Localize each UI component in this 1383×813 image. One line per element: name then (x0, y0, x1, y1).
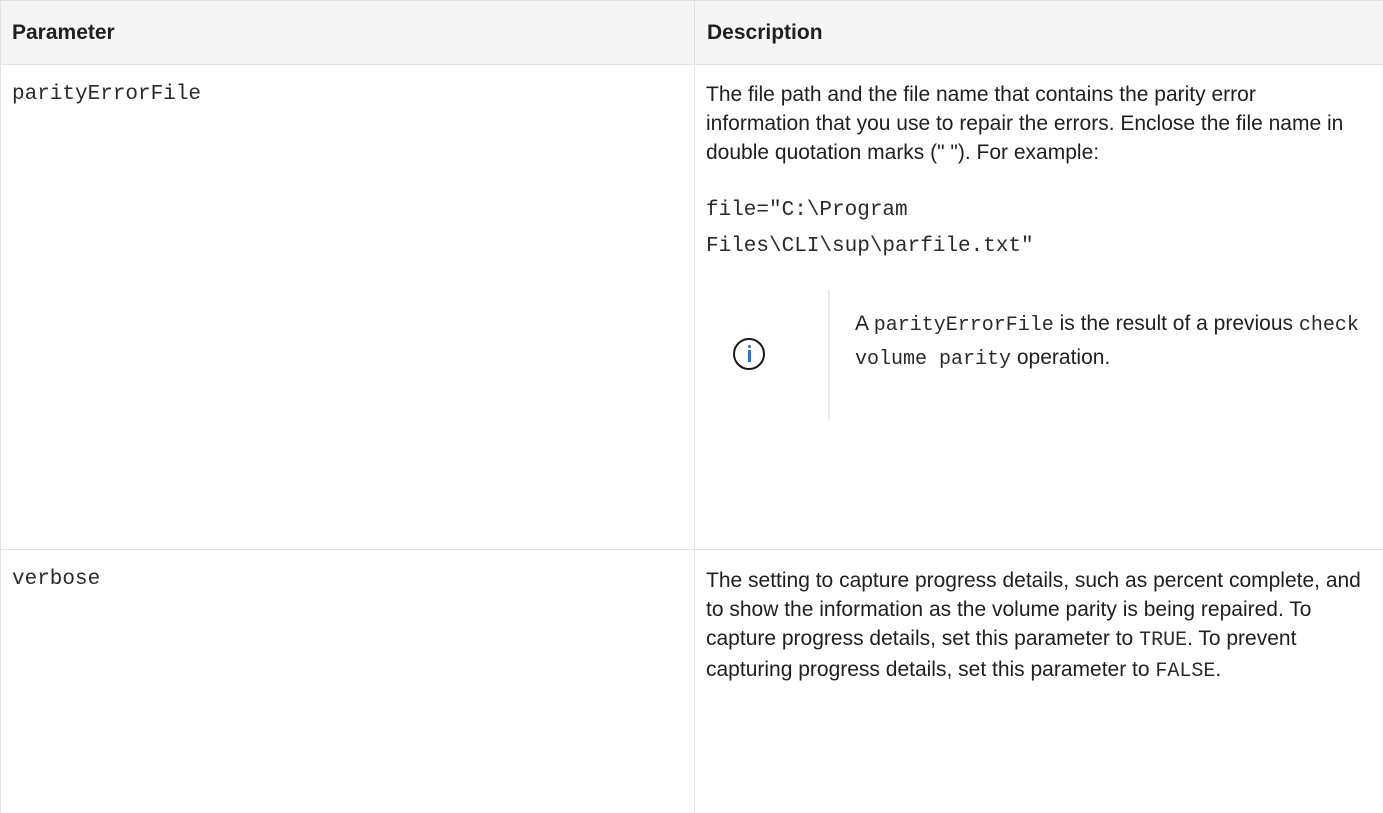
description-text: . (1215, 658, 1221, 681)
header-description: Description (695, 1, 1383, 65)
description-cell: The file path and the file name that con… (695, 65, 1383, 550)
note-divider (828, 290, 830, 420)
note-code-parityerrorfile: parityErrorFile (874, 314, 1054, 337)
note-middle: is the result of a previous (1060, 312, 1293, 335)
example-line-1: file="C:\Program (706, 199, 908, 222)
note-suffix: operation. (1017, 346, 1110, 369)
parameters-table: Parameter Description parityErrorFile Th… (0, 0, 1383, 813)
code-true: TRUE (1139, 629, 1187, 652)
table-row: parityErrorFile The file path and the fi… (1, 65, 1383, 550)
info-note: A parityErrorFile is the result of a pre… (705, 290, 1363, 420)
note-text: A parityErrorFile is the result of a pre… (855, 308, 1375, 376)
description-verbose: The setting to capture progress details,… (695, 550, 1383, 686)
table-row: verbose The setting to capture progress … (1, 550, 1383, 813)
table-header: Parameter Description (1, 1, 1383, 65)
description-text: The file path and the file name that con… (706, 80, 1363, 167)
param-cell: verbose (1, 550, 695, 813)
param-name-verbose: verbose (1, 550, 694, 595)
note-prefix: A (855, 312, 868, 335)
param-cell: parityErrorFile (1, 65, 695, 550)
example-line-2: Files\CLI\sup\parfile.txt" (706, 235, 1034, 258)
param-name-parityerrorfile: parityErrorFile (1, 65, 694, 110)
code-false: FALSE (1155, 660, 1215, 683)
header-parameter: Parameter (1, 1, 695, 65)
example-code-block: file="C:\Program Files\CLI\sup\parfile.t… (706, 193, 1363, 265)
info-icon (733, 338, 765, 370)
description-parityerrorfile: The file path and the file name that con… (695, 65, 1383, 420)
header-row: Parameter Description (1, 1, 1383, 65)
description-cell: The setting to capture progress details,… (695, 550, 1383, 813)
